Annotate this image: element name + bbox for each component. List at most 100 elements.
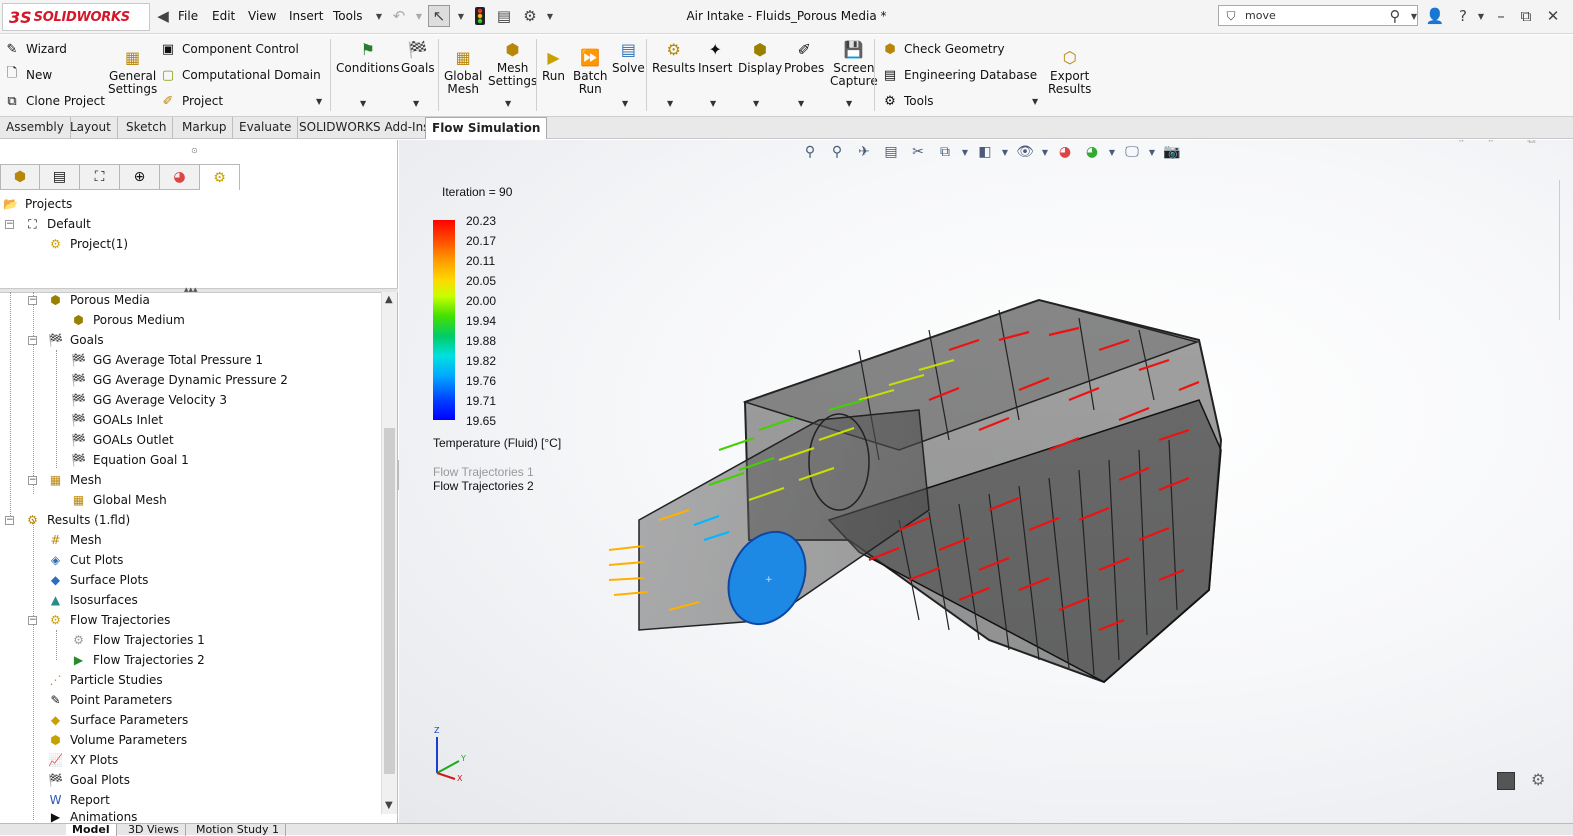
goals-dropdown-icon[interactable]: ▼ <box>413 99 419 108</box>
tree-cut-plots[interactable]: ◈ Cut Plots <box>47 550 124 570</box>
panel-grip-icon[interactable]: ⊙ <box>191 146 198 155</box>
task-pane-toggle-icon[interactable]: ⚙ <box>1531 770 1545 789</box>
hide-show-dropdown-icon[interactable]: ▼ <box>1041 141 1049 163</box>
tree-goal-velocity[interactable]: 🏁 GG Average Velocity 3 <box>70 390 227 410</box>
hide-show-items-icon[interactable]: 👁 <box>1014 141 1036 163</box>
expand-toggle-icon[interactable]: − <box>28 336 37 345</box>
feature-manager-tab-icon[interactable]: ⬢ <box>0 164 40 190</box>
screen-capture-dropdown-icon[interactable]: ▼ <box>846 99 852 108</box>
tree-surface-plots[interactable]: ◆ Surface Plots <box>47 570 149 590</box>
graphics-viewport[interactable]: ⚲ ⚲ ✈ ▤ ✂ ⧉ ▼ ◧ ▼ 👁 ▼ ◕ ◕ ▼ 🖵 ▼ 📷 ⇤ ⇥ – … <box>399 140 1573 823</box>
probes-button[interactable]: ✐ Probes <box>784 39 824 75</box>
view-settings-icon[interactable]: 🖵 <box>1121 141 1143 163</box>
apply-scene-icon[interactable]: ◕ <box>1081 141 1103 163</box>
wizard-button[interactable]: ✎ Wizard <box>4 41 67 57</box>
display-manager-tab-icon[interactable]: ◕ <box>160 164 200 190</box>
tree-porous-media[interactable]: ⬢ Porous Media <box>47 290 150 310</box>
section-view-icon[interactable]: ▤ <box>880 141 902 163</box>
tree-goal-total-pressure[interactable]: 🏁 GG Average Total Pressure 1 <box>70 350 263 370</box>
expand-toggle-icon[interactable]: − <box>28 296 37 305</box>
options-gear-icon[interactable]: ⚙ <box>519 5 541 27</box>
scroll-down-icon[interactable]: ▼ <box>385 800 393 811</box>
project-dropdown-icon[interactable]: ▼ <box>316 97 322 106</box>
display-button[interactable]: ⬢ Display <box>738 39 782 75</box>
property-manager-tab-icon[interactable]: ▤ <box>40 164 80 190</box>
expand-toggle-icon[interactable]: − <box>28 476 37 485</box>
file-properties-icon[interactable]: ▤ <box>493 5 515 27</box>
global-mesh-button[interactable]: ▦ Global Mesh <box>444 47 482 96</box>
scrollbar-thumb[interactable] <box>384 428 395 774</box>
view-cube-icon[interactable] <box>1497 772 1515 790</box>
computational-domain-button[interactable]: ▢ Computational Domain <box>160 67 321 83</box>
dimxpert-tab-icon[interactable]: ⊕ <box>120 164 160 190</box>
menu-file[interactable]: File <box>178 9 198 23</box>
tree-porous-medium[interactable]: ⬢ Porous Medium <box>70 310 185 330</box>
collapse-menu-icon[interactable]: ◀ <box>152 5 174 27</box>
conditions-button[interactable]: ⚑ Conditions <box>336 39 400 75</box>
display-dropdown-icon[interactable]: ▼ <box>753 99 759 108</box>
splitter-grip-icon[interactable]: ▴▴▴ <box>184 285 198 295</box>
tab-layout[interactable]: Layout <box>64 117 118 139</box>
tree-results[interactable]: ⚙ Results (1.fld) <box>24 510 130 530</box>
search-scope-icon[interactable]: ⛉ <box>1220 5 1242 27</box>
tab-flow-simulation[interactable]: Flow Simulation <box>425 117 548 139</box>
tools-button[interactable]: ⚙ Tools <box>882 93 933 109</box>
insert-dropdown-icon[interactable]: ▼ <box>710 99 716 108</box>
solidworks-logo[interactable]: 3S SOLIDWORKS <box>2 3 150 31</box>
camera-icon[interactable]: 📷 <box>1161 141 1183 163</box>
export-results-button[interactable]: ⬡ Export Results <box>1048 47 1091 96</box>
tree-report[interactable]: W Report <box>47 790 110 810</box>
tab-model[interactable]: Model <box>66 824 117 836</box>
close-icon[interactable]: ✕ <box>1542 5 1564 27</box>
tree-particle-studies[interactable]: ⋰ Particle Studies <box>47 670 163 690</box>
display-style-icon[interactable]: ◧ <box>974 141 996 163</box>
tree-flow-trajectories[interactable]: ⚙ Flow Trajectories <box>47 610 170 630</box>
edit-appearance-icon[interactable]: ◕ <box>1054 141 1076 163</box>
dynamic-annotation-icon[interactable]: ✂ <box>907 141 929 163</box>
menu-view[interactable]: View <box>248 9 276 23</box>
batch-run-button[interactable]: ⏩ Batch Run <box>573 47 608 96</box>
minimize-icon[interactable]: – <box>1490 5 1512 27</box>
tree-goals-outlet[interactable]: 🏁 GOALs Outlet <box>70 430 174 450</box>
viewport-prev-icon[interactable]: ⇤ <box>1459 140 1469 147</box>
restore-window-icon[interactable]: ⧉ <box>1515 5 1537 27</box>
engineering-database-button[interactable]: ▤ Engineering Database <box>882 67 1037 83</box>
scroll-up-icon[interactable]: ▲ <box>385 294 393 305</box>
configuration-manager-tab-icon[interactable]: ⛶ <box>80 164 120 190</box>
clone-project-button[interactable]: ⧉ Clone Project <box>4 93 105 109</box>
project-button[interactable]: ✐ Project <box>160 93 224 109</box>
select-cursor-icon[interactable]: ↖ <box>428 5 450 27</box>
undo-dropdown-icon[interactable]: ▼ <box>408 5 430 27</box>
solve-button[interactable]: ▤ Solve <box>612 39 645 75</box>
tab-markup[interactable]: Markup <box>176 117 234 139</box>
tree-goal-dynamic-pressure[interactable]: 🏁 GG Average Dynamic Pressure 2 <box>70 370 288 390</box>
tree-animations[interactable]: ▶ Animations <box>47 810 138 823</box>
goals-button[interactable]: 🏁 Goals <box>401 39 435 75</box>
user-account-icon[interactable]: 👤 <box>1424 5 1446 27</box>
tree-flow-trajectories-2[interactable]: ▶ Flow Trajectories 2 <box>70 650 205 670</box>
viewport-minimize-icon[interactable]: – <box>1507 140 1513 147</box>
screen-capture-button[interactable]: 💾 Screen Capture <box>830 39 878 88</box>
general-settings-button[interactable]: ▦ General Settings <box>108 47 157 96</box>
results-dropdown-icon[interactable]: ▼ <box>667 99 673 108</box>
new-button[interactable]: 🗋 New <box>4 66 52 83</box>
mesh-settings-button[interactable]: ⬢ Mesh Settings <box>488 39 537 88</box>
tree-goal-plots[interactable]: 🏁 Goal Plots <box>47 770 130 790</box>
insert-button[interactable]: ✦ Insert <box>698 39 732 75</box>
apply-scene-dropdown-icon[interactable]: ▼ <box>1108 141 1116 163</box>
viewport-restore-icon[interactable]: ⧉ <box>1527 140 1536 147</box>
solve-dropdown-icon[interactable]: ▼ <box>622 99 628 108</box>
display-style-dropdown-icon[interactable]: ▼ <box>1001 141 1009 163</box>
tab-assembly[interactable]: Assembly <box>0 117 71 139</box>
tree-isosurfaces[interactable]: ▲ Isosurfaces <box>47 590 138 610</box>
results-button[interactable]: ⚙ Results <box>652 39 695 75</box>
expand-toggle-icon[interactable]: − <box>5 220 14 229</box>
component-control-button[interactable]: ▣ Component Control <box>160 41 299 57</box>
tree-global-mesh[interactable]: ▦ Global Mesh <box>70 490 167 510</box>
probes-dropdown-icon[interactable]: ▼ <box>798 99 804 108</box>
tree-scrollbar[interactable]: ▲ ▼ <box>381 292 397 814</box>
tree-projects[interactable]: 📂 Projects <box>2 194 72 214</box>
tree-equation-goal[interactable]: 🏁 Equation Goal 1 <box>70 450 189 470</box>
tools-dropdown-icon[interactable]: ▼ <box>1032 97 1038 106</box>
flow-simulation-tab-icon[interactable]: ⚙ <box>200 164 240 190</box>
